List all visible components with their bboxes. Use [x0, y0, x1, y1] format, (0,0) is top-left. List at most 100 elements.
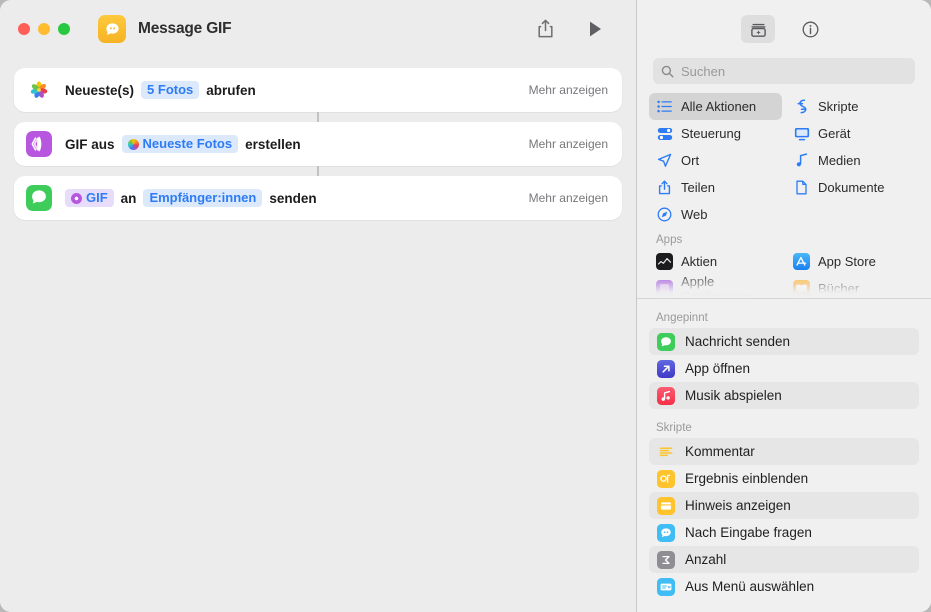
action-connector: [14, 112, 622, 122]
app-item-aktien[interactable]: Aktien: [649, 248, 782, 275]
action-flow-list: Neueste(s) 5 Fotos abrufen Mehr anzeigen: [0, 58, 636, 220]
messages-action-icon: [26, 185, 52, 211]
library-item-app-oeffnen[interactable]: App öffnen: [649, 355, 919, 382]
library-item-hinweis-anzeigen[interactable]: Hinweis anzeigen: [649, 492, 919, 519]
apps-section-title: Apps: [656, 234, 683, 246]
library-item-aus-menue-auswaehlen[interactable]: Aus Menü auswählen: [649, 573, 919, 600]
action-library-icon[interactable]: [741, 15, 775, 43]
count-icon: [657, 550, 675, 569]
ask-input-icon: [657, 523, 675, 542]
library-item-label: Nachricht senden: [685, 334, 791, 349]
category-ort[interactable]: Ort: [649, 147, 782, 174]
location-icon: [656, 153, 673, 168]
share-icon: [656, 180, 673, 195]
controls-icon: [656, 127, 673, 141]
action-text-segment: an: [120, 190, 137, 206]
show-more-link[interactable]: Mehr anzeigen: [529, 191, 608, 205]
category-steuerung[interactable]: Steuerung: [649, 120, 782, 147]
app-label: Apple Configurator: [681, 273, 753, 299]
run-button[interactable]: [584, 18, 606, 40]
minimize-button[interactable]: [38, 23, 50, 35]
action-text-segment: senden: [269, 190, 317, 206]
library-item-label: Hinweis anzeigen: [685, 498, 791, 513]
action-card-send-message[interactable]: GIF an Empfänger:innen senden Mehr anzei…: [14, 176, 622, 220]
app-item-app-store[interactable]: App Store: [786, 248, 919, 275]
device-icon: [793, 127, 810, 141]
configurator-app-icon: [656, 280, 673, 297]
share-button[interactable]: [534, 18, 556, 40]
shortcuts-window: Message GIF Neueste(s) 5 Fotos abrufen M…: [0, 0, 931, 612]
library-item-label: Nach Eingabe fragen: [685, 525, 812, 540]
library-item-ergebnis-einblenden[interactable]: Ergebnis einblenden: [649, 465, 919, 492]
action-text-segment: Neueste(s): [65, 82, 135, 98]
choose-menu-icon: [657, 577, 675, 596]
app-item-buecher[interactable]: Bücher: [786, 275, 919, 298]
category-label: Dokumente: [818, 180, 885, 195]
category-grid: Alle Aktionen Skripte Steuerung Gerät Or…: [649, 93, 919, 298]
app-label: Bücher: [818, 281, 860, 296]
category-alle-aktionen[interactable]: Alle Aktionen: [649, 93, 782, 120]
stocks-app-icon: [656, 253, 673, 270]
library-item-label: Musik abspielen: [685, 388, 782, 403]
books-app-icon: [793, 280, 810, 297]
action-token-photo-count[interactable]: 5 Fotos: [141, 80, 200, 100]
category-grid-container: Alle Aktionen Skripte Steuerung Gerät Or…: [637, 93, 931, 298]
search-input[interactable]: [681, 63, 907, 79]
messages-app-icon: [98, 15, 126, 43]
close-button[interactable]: [18, 23, 30, 35]
library-item-musik-abspielen[interactable]: Musik abspielen: [649, 382, 919, 409]
library-item-label: App öffnen: [685, 361, 751, 376]
photos-app-icon: [26, 77, 52, 103]
category-skripte[interactable]: Skripte: [786, 93, 919, 120]
info-icon[interactable]: [793, 15, 827, 43]
gif-variable-icon: [71, 192, 82, 204]
library-item-nachricht-senden[interactable]: Nachricht senden: [649, 328, 919, 355]
action-token-recipients[interactable]: Empfänger:innen: [143, 188, 263, 208]
show-result-icon: [657, 469, 675, 488]
script-icon: [793, 99, 810, 114]
library-item-label: Kommentar: [685, 444, 755, 459]
action-text-segment: abrufen: [206, 82, 256, 98]
library-item-label: Anzahl: [685, 552, 727, 567]
show-alert-icon: [657, 496, 675, 515]
action-card-get-latest-photos[interactable]: Neueste(s) 5 Fotos abrufen Mehr anzeigen: [14, 68, 622, 112]
open-app-icon: [657, 359, 675, 378]
category-label: Steuerung: [681, 126, 741, 141]
media-icon: [793, 153, 810, 168]
library-toolbar: [637, 0, 931, 58]
zoom-button[interactable]: [58, 23, 70, 35]
show-more-link[interactable]: Mehr anzeigen: [529, 137, 608, 151]
token-label: Neueste Fotos: [142, 135, 233, 151]
library-item-nach-eingabe-fragen[interactable]: Nach Eingabe fragen: [649, 519, 919, 546]
category-geraet[interactable]: Gerät: [786, 120, 919, 147]
library-item-anzahl[interactable]: Anzahl: [649, 546, 919, 573]
photos-variable-icon: [127, 138, 139, 150]
library-item-label: Aus Menü auswählen: [685, 579, 815, 594]
titlebar-actions: [534, 18, 620, 40]
category-teilen[interactable]: Teilen: [649, 174, 782, 201]
search-field[interactable]: [653, 58, 915, 84]
web-icon: [656, 207, 673, 222]
library-item-kommentar[interactable]: Kommentar: [649, 438, 919, 465]
category-medien[interactable]: Medien: [786, 147, 919, 174]
action-card-make-gif[interactable]: GIF aus Neueste Fotos erstellen Mehr anz…: [14, 122, 622, 166]
app-item-apple-configurator[interactable]: Apple Configurator: [649, 273, 782, 299]
page-title: Message GIF: [138, 20, 232, 37]
search-icon: [661, 65, 674, 78]
gif-action-icon: [26, 131, 52, 157]
category-label: Ort: [681, 153, 700, 168]
action-token-gif[interactable]: GIF: [65, 188, 114, 208]
action-token-latest-photos[interactable]: Neueste Fotos: [121, 134, 239, 154]
show-more-link[interactable]: Mehr anzeigen: [529, 83, 608, 97]
messages-icon: [657, 332, 675, 351]
category-web[interactable]: Web: [649, 201, 782, 228]
document-icon: [793, 180, 810, 195]
token-label: GIF: [86, 189, 108, 205]
category-label: Web: [681, 207, 708, 222]
action-card-text: Neueste(s) 5 Fotos abrufen: [65, 80, 256, 100]
category-label: Skripte: [818, 99, 859, 114]
category-label: Gerät: [818, 126, 851, 141]
category-label: Teilen: [681, 180, 715, 195]
action-connector: [14, 166, 622, 176]
category-dokumente[interactable]: Dokumente: [786, 174, 919, 201]
